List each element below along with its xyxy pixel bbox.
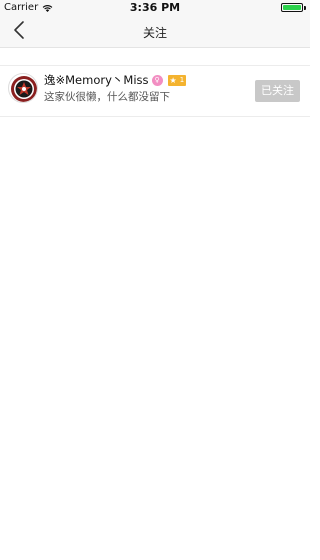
avatar-image xyxy=(11,76,37,102)
list-item[interactable]: 逸※Memory丶Miss ♀ ★ 1 这家伙很懒，什么都没留下 已关注 xyxy=(0,65,310,117)
battery-icon xyxy=(281,3,306,12)
page-title: 关注 xyxy=(142,26,167,40)
navigation-bar: 关注 xyxy=(0,16,310,48)
followed-button[interactable]: 已关注 xyxy=(255,80,300,102)
star-icon: ★ xyxy=(169,75,177,85)
user-signature: 这家伙很懒，什么都没留下 xyxy=(44,91,170,103)
following-list: 逸※Memory丶Miss ♀ ★ 1 这家伙很懒，什么都没留下 已关注 xyxy=(0,65,310,117)
status-time: 3:36 PM xyxy=(129,1,181,14)
battery-fill xyxy=(283,5,301,10)
battery-body xyxy=(281,3,303,12)
name-line: 逸※Memory丶Miss ♀ ★ 1 xyxy=(44,72,187,88)
status-bar: Carrier 3:36 PM xyxy=(0,0,310,16)
avatar[interactable] xyxy=(8,73,38,103)
battery-cap xyxy=(304,5,306,10)
female-icon: ♀ xyxy=(151,74,163,86)
level-badge: ★ 1 xyxy=(167,74,187,86)
level-number: 1 xyxy=(179,75,185,84)
user-name[interactable]: 逸※Memory丶Miss xyxy=(44,72,149,88)
